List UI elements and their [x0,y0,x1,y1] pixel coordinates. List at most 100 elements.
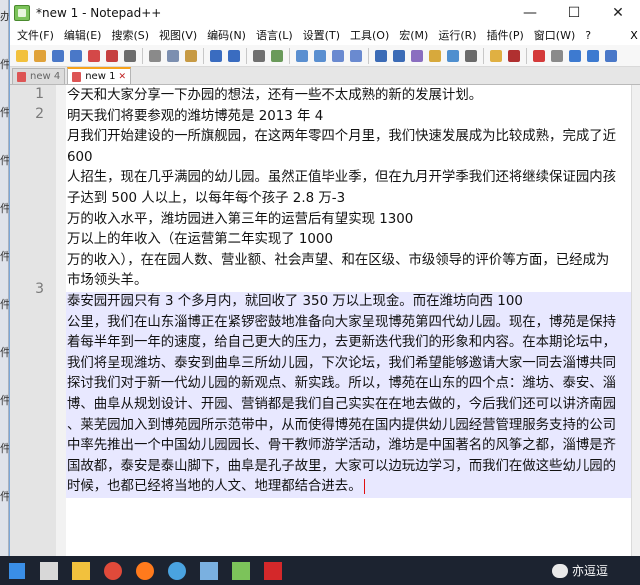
toolbar-close-button[interactable] [85,47,102,64]
maximize-button[interactable]: ☐ [552,0,596,25]
close-all-icon [105,49,118,62]
tab-close-icon[interactable]: ✕ [118,72,126,82]
toolbar-indent-guide-button[interactable] [408,47,425,64]
background-window-char: 件 [0,394,11,407]
text-line-3[interactable]: 泰安园开园只有 3 个多月内，就回收了 350 万以上现金。而在潍坊向西 100… [66,292,631,498]
toolbar-find-button[interactable] [250,47,267,64]
file-tab-icon [17,71,26,82]
toolbar-run-multiple-button[interactable] [584,47,601,64]
menu-settings[interactable]: 设置(T) [298,27,345,43]
taskbar-ie[interactable] [162,556,192,585]
sync-horizontal-icon [349,49,362,62]
taskbar-chrome[interactable] [98,556,128,585]
text-line-2[interactable]: 明天我们将要参观的潍坊博苑是 2013 年 4 月我们开始建设的一所旗舰园，在这两… [66,107,631,292]
toolbar-redo-button[interactable] [225,47,242,64]
taskbar-file-explorer[interactable] [66,556,96,585]
close-document-button[interactable]: X [628,29,640,42]
udl-icon [428,49,441,62]
close-icon [87,49,100,62]
taskbar-notepad-plus-plus[interactable] [226,556,256,585]
toolbar-save-macro-button[interactable] [602,47,619,64]
text-line-1[interactable]: 今天和大家分享一下办园的想法，还有一些不太成熟的新的发展计划。 [66,86,631,107]
menu-run[interactable]: 运行(R) [433,27,481,43]
menu-file[interactable]: 文件(F) [12,27,59,43]
menu-plugins[interactable]: 插件(P) [482,27,529,43]
stop-record-icon [550,49,563,62]
line-text: 子达到 500 人以上，以每年每个孩子 2.8 万-3 [67,190,346,206]
paint-icon [200,561,218,580]
toolbar-sync-vertical-button[interactable] [329,47,346,64]
close-button[interactable]: ✕ [596,0,640,25]
monitoring-icon [507,49,520,62]
toolbar-print-button[interactable] [121,47,138,64]
toolbar-separator [246,47,247,64]
save-all-icon [69,49,82,62]
toolbar-copy-button[interactable] [164,47,181,64]
toolbar-undo-button[interactable] [207,47,224,64]
toolbar-save-all-button[interactable] [67,47,84,64]
menu-edit[interactable]: 编辑(E) [59,27,107,43]
taskbar-acrobat[interactable] [258,556,288,585]
minimize-button[interactable]: — [508,0,552,25]
menu-window[interactable]: 窗口(W) [529,27,580,43]
toolbar-open-file-button[interactable] [31,47,48,64]
toolbar-stop-record-button[interactable] [548,47,565,64]
tab-label: new 1 [85,71,116,82]
task-view-icon [40,561,58,580]
line-text: 万的收入），在在园人数、营业额、社会声望、和在区级、市级领导的评价等方面，已经成… [67,252,610,268]
toolbar-paste-button[interactable] [182,47,199,64]
toolbar-save-button[interactable] [49,47,66,64]
file-explorer-icon [72,561,90,580]
toolbar-monitoring-button[interactable] [505,47,522,64]
toolbar-record-macro-button[interactable] [530,47,547,64]
notepad-plus-plus-icon [232,561,250,580]
editor-area[interactable]: 1 2 3 今天和大家分享一下办园的想法，还有一些不太成熟的新的发展计划。 明天我… [10,85,631,556]
toolbar-zoom-in-button[interactable] [293,47,310,64]
vertical-scrollbar[interactable] [631,85,640,556]
tab-new-1[interactable]: new 1 ✕ [67,67,131,84]
menu-tools[interactable]: 工具(O) [345,27,394,43]
toolbar-replace-button[interactable] [268,47,285,64]
toolbar-doc-map-button[interactable] [444,47,461,64]
toolbar-separator [203,47,204,64]
taskbar-paint[interactable] [194,556,224,585]
menu-encoding[interactable]: 编码(N) [202,27,251,43]
acrobat-icon [264,561,282,580]
taskbar-windows-start[interactable] [2,556,32,585]
wrapped-line: 万的收入），在在园人数、营业额、社会声望、和在区级、市级领导的评价等方面，已经成… [67,251,631,272]
toolbar-function-list-button[interactable] [462,47,479,64]
function-list-icon [464,49,477,62]
wrapped-line: 中率先推出一个中国幼儿园园长、骨干教师游学活动，潍坊是中国著名的风筝之都，淄博是… [67,436,631,457]
file-modified-icon [72,71,82,82]
toolbar-separator [368,47,369,64]
wrapped-line: 万以上的年收入（在运营第二年实现了 1000 [67,230,631,251]
toolbar-sync-horizontal-button[interactable] [347,47,364,64]
tab-label: new 4 [30,71,61,82]
toolbar-word-wrap-button[interactable] [372,47,389,64]
menu-search[interactable]: 搜索(S) [106,27,154,43]
find-icon [252,49,265,62]
word-wrap-icon [374,49,387,62]
toolbar-playback-button[interactable] [566,47,583,64]
menu-macro[interactable]: 宏(M) [394,27,433,43]
open-file-icon [33,49,46,62]
menu-view[interactable]: 视图(V) [154,27,202,43]
taskbar-firefox[interactable] [130,556,160,585]
menu-language[interactable]: 语言(L) [251,27,298,43]
title-bar[interactable]: *new 1 - Notepad++ — ☐ ✕ [10,0,640,25]
toolbar-cut-button[interactable] [146,47,163,64]
toolbar-separator [142,47,143,64]
toolbar-show-all-chars-button[interactable] [390,47,407,64]
tab-new-4[interactable]: new 4 [12,68,66,84]
toolbar-zoom-out-button[interactable] [311,47,328,64]
toolbar-udl-button[interactable] [426,47,443,64]
new-file-icon [15,49,28,62]
line-text: 中率先推出一个中国幼儿园园长、骨干教师游学活动，潍坊是中国著名的风筝之都，淄博是… [67,438,617,454]
taskbar-task-view[interactable] [34,556,64,585]
text-content[interactable]: 今天和大家分享一下办园的想法，还有一些不太成熟的新的发展计划。 明天我们将要参观的… [66,85,631,556]
background-window-char: 办 [0,10,11,23]
toolbar-new-file-button[interactable] [13,47,30,64]
toolbar-close-all-button[interactable] [103,47,120,64]
toolbar-folder-workspace-button[interactable] [487,47,504,64]
menu-help[interactable]: ? [580,29,596,42]
